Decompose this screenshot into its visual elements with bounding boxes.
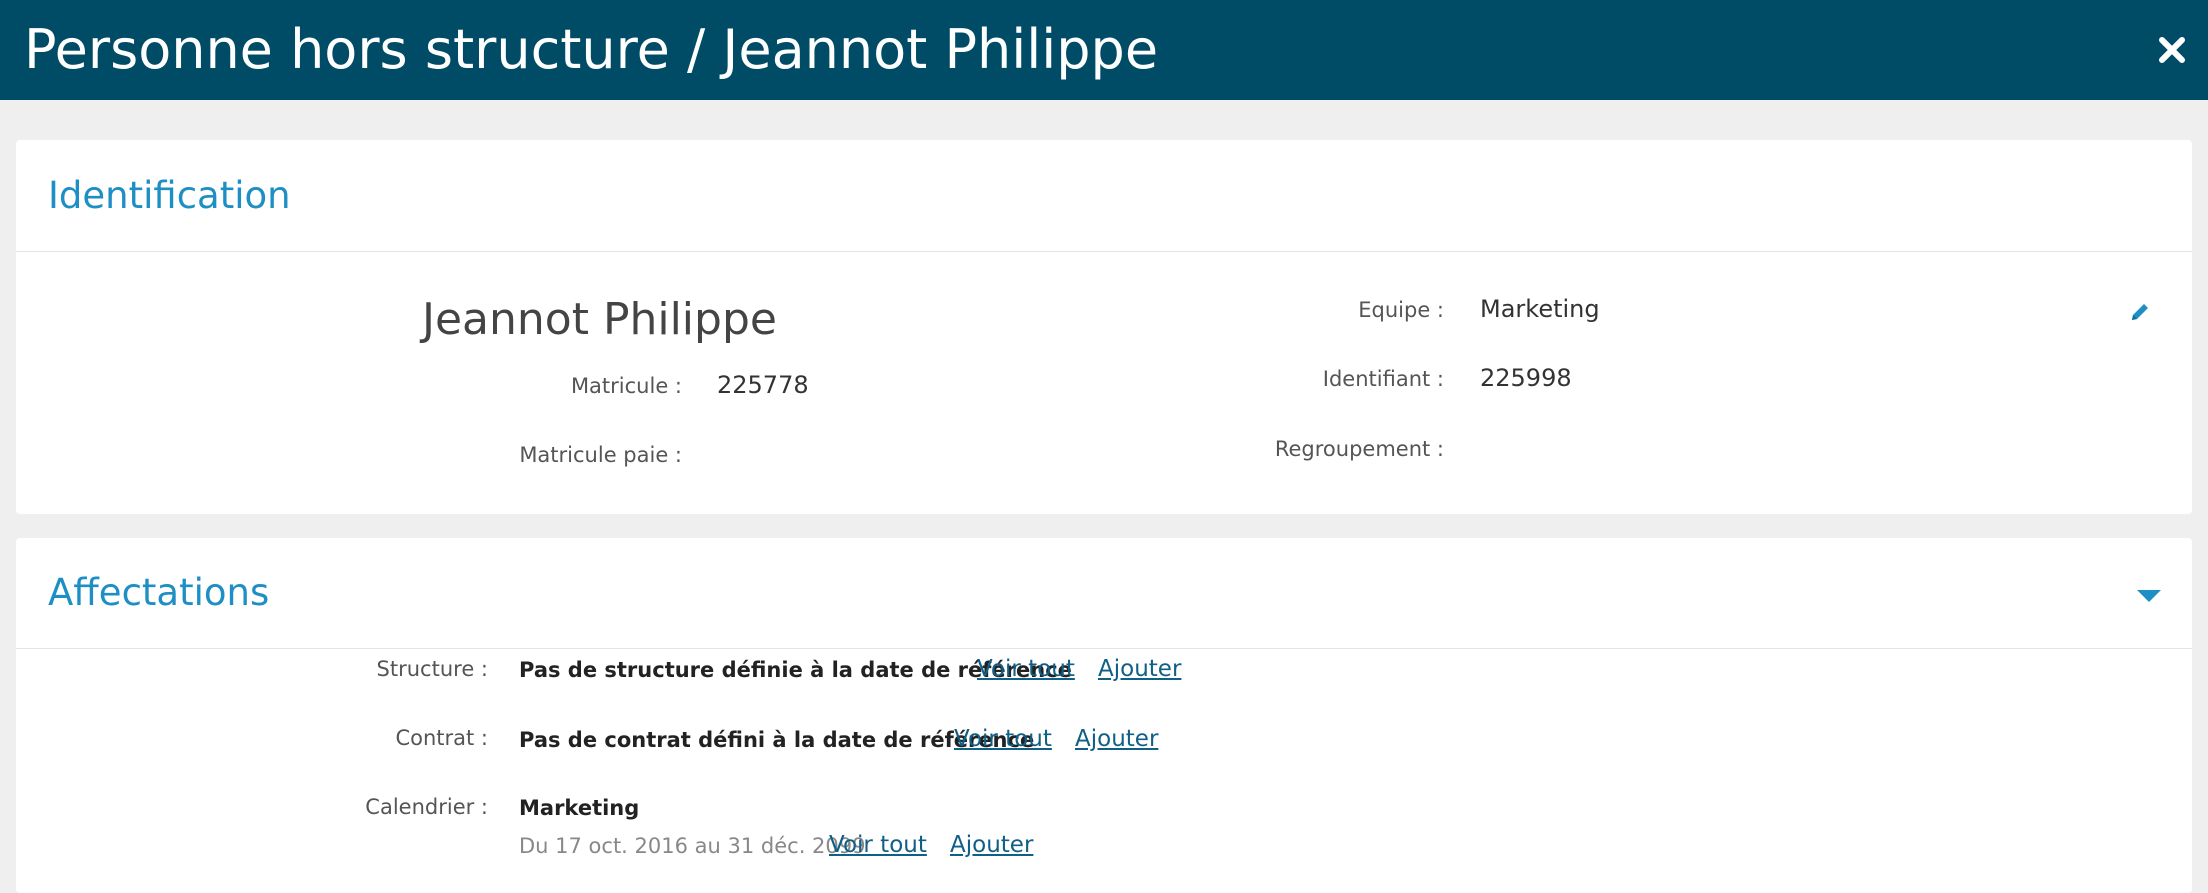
calendrier-ajouter-link[interactable]: Ajouter	[950, 831, 1033, 859]
matricule-value: 225778	[717, 371, 809, 399]
structure-label: Structure :	[376, 657, 488, 681]
contrat-voir-tout-link[interactable]: Voir tout	[954, 725, 1052, 753]
contrat-label: Contrat :	[395, 726, 488, 750]
chevron-down-icon[interactable]	[2136, 588, 2162, 604]
identification-header: Identification	[16, 140, 2192, 252]
modal-header: Personne hors structure / Jeannot Philip…	[0, 0, 2208, 100]
matricule-paie-label: Matricule paie :	[519, 443, 682, 467]
matricule-label: Matricule :	[570, 374, 682, 398]
equipe-label: Equipe :	[1358, 298, 1444, 322]
equipe-value: Marketing	[1480, 295, 1600, 323]
calendrier-value: Marketing	[519, 796, 640, 820]
affectations-title: Affectations	[48, 571, 270, 614]
calendrier-label: Calendrier :	[365, 795, 488, 819]
calendrier-period: Du 17 oct. 2016 au 31 déc. 2099	[519, 834, 866, 858]
close-button[interactable]	[2154, 30, 2190, 70]
identifiant-value: 225998	[1480, 364, 1572, 392]
regroupement-label: Regroupement :	[1274, 437, 1444, 461]
identifiant-label: Identifiant :	[1322, 367, 1444, 391]
close-icon[interactable]	[2154, 30, 2190, 70]
collapse-toggle[interactable]	[2136, 588, 2162, 604]
page-title: Personne hors structure / Jeannot Philip…	[24, 18, 1159, 81]
pencil-icon[interactable]	[2128, 300, 2152, 324]
person-name: Jeannot Philippe	[422, 294, 777, 345]
identification-card: Identification Jeannot Philippe Matricul…	[16, 140, 2192, 514]
contrat-ajouter-link[interactable]: Ajouter	[1075, 725, 1158, 753]
affectations-header[interactable]: Affectations	[16, 538, 2192, 649]
calendrier-voir-tout-link[interactable]: Voir tout	[829, 831, 927, 859]
affectations-card: Affectations Structure : Pas de structur…	[16, 538, 2192, 893]
identification-title: Identification	[48, 174, 291, 217]
structure-voir-tout-link[interactable]: Voir tout	[977, 655, 1075, 683]
structure-ajouter-link[interactable]: Ajouter	[1098, 655, 1181, 683]
edit-button[interactable]	[2128, 300, 2152, 324]
